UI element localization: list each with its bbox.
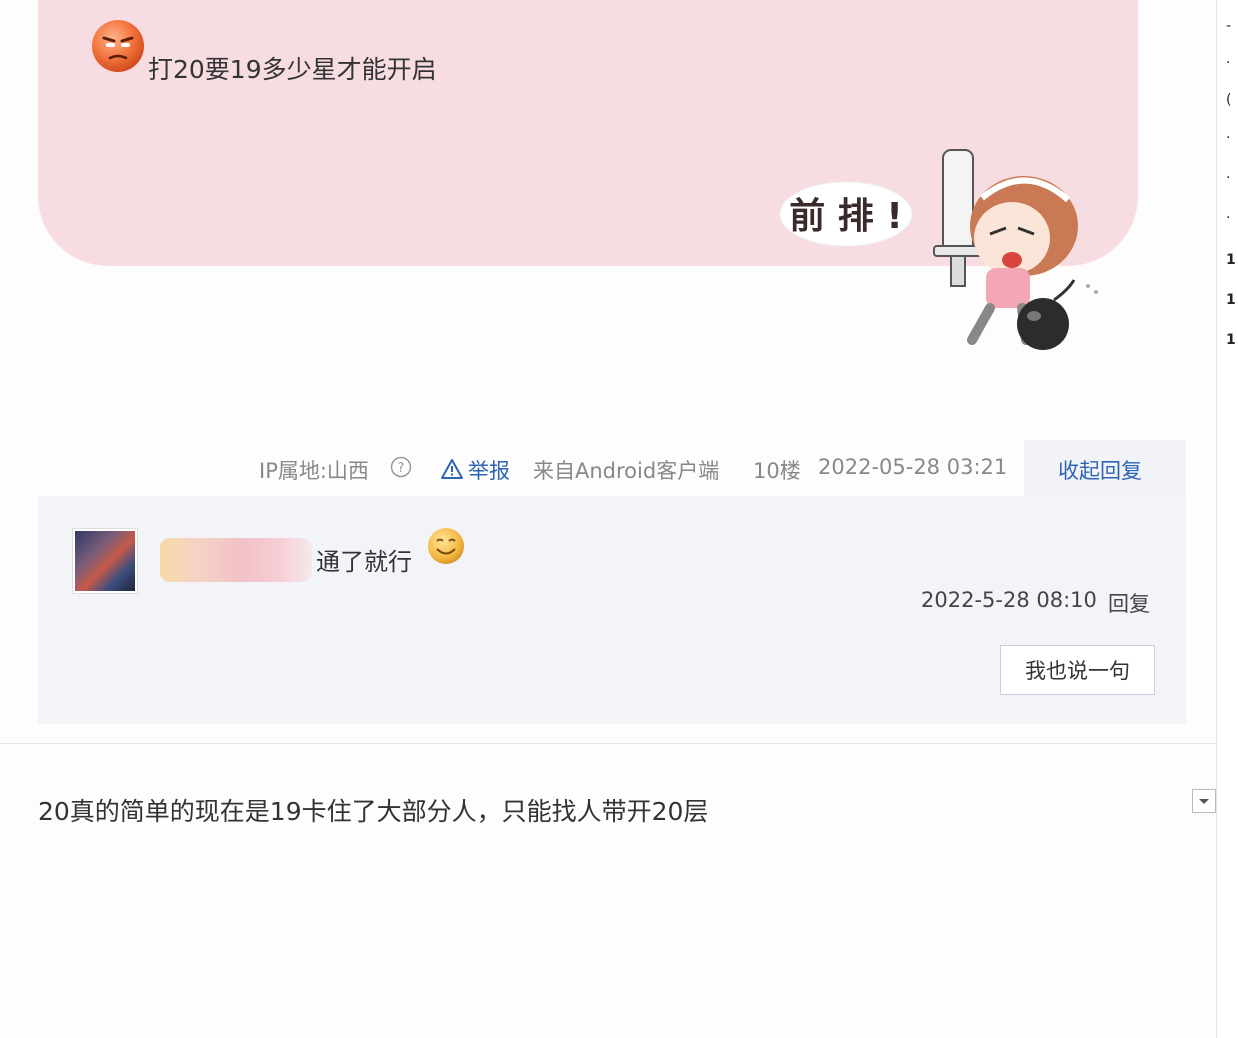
edge-char: 1 — [1226, 252, 1236, 268]
collapse-replies-link[interactable]: 收起回复 — [1058, 455, 1142, 485]
username-blurred[interactable] — [160, 538, 312, 582]
floor-number: 10楼 — [753, 459, 801, 483]
edge-char: - — [1226, 18, 1232, 34]
right-sidebar-edge — [1216, 0, 1238, 1038]
next-post-text: 20真的简单的现在是19卡住了大部分人，只能找人带开20层 — [38, 797, 709, 826]
avatar[interactable] — [72, 528, 138, 594]
front-row-sticker: 前 排 ! — [779, 149, 1098, 350]
reply-button[interactable]: 回复 — [1108, 588, 1150, 618]
quoted-post-text: 打20要19多少星才能开启 — [148, 55, 437, 84]
sticker-text: 前 排 ! — [789, 196, 903, 237]
sub-reply-text: 通了就行 — [316, 548, 412, 576]
post-divider — [0, 743, 1216, 744]
post-menu-dropdown[interactable] — [1192, 789, 1216, 813]
sub-reply-time: 2022-5-28 08:10 — [921, 588, 1097, 612]
svg-text:?: ? — [398, 461, 405, 476]
smile-emoji-icon — [428, 528, 464, 564]
thread-content: 打20要19多少星才能开启 前 排 ! IP属地:山西 ? 举报 来自Andro — [0, 0, 1216, 1038]
edge-char: 1 — [1226, 332, 1236, 348]
edge-char: ( — [1226, 92, 1232, 108]
edge-char: · — [1226, 130, 1231, 146]
say-something-button[interactable]: 我也说一句 — [1000, 645, 1155, 695]
client-source: 来自Android客户端 — [533, 459, 720, 483]
question-circle-icon[interactable]: ? — [390, 456, 412, 478]
edge-char: · — [1226, 210, 1231, 226]
warning-triangle-icon[interactable] — [440, 458, 464, 480]
angry-face-emoji-icon — [92, 20, 144, 72]
edge-char: · — [1226, 55, 1231, 71]
edge-char: · — [1226, 170, 1231, 186]
edge-char: 1 — [1226, 292, 1236, 308]
ip-location: IP属地:山西 — [259, 459, 369, 483]
chevron-down-icon — [1199, 799, 1209, 804]
post-datetime: 2022-05-28 03:21 — [818, 455, 1008, 479]
report-link[interactable]: 举报 — [468, 455, 510, 485]
